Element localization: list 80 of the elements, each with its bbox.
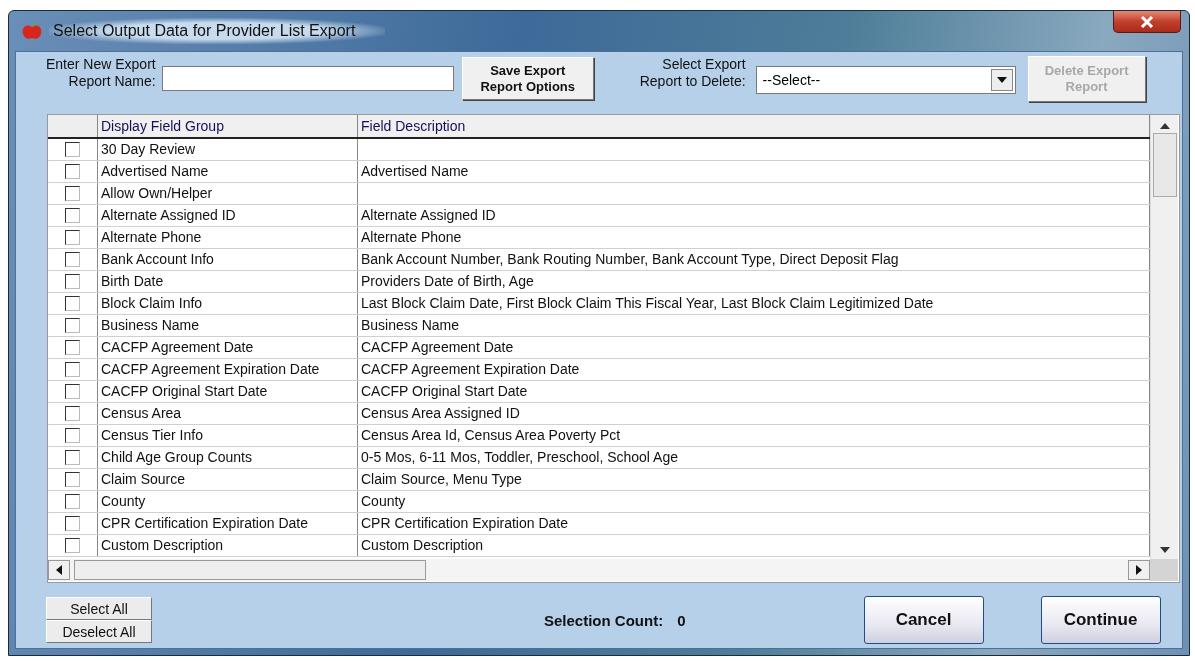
row-checkbox[interactable]: [65, 252, 80, 267]
table-cell: Business Name: [98, 315, 358, 336]
column-header[interactable]: Display Field Group: [98, 115, 358, 137]
row-checkbox[interactable]: [65, 208, 80, 223]
column-header[interactable]: Field Description: [358, 115, 1150, 137]
apple-icon: [21, 22, 43, 40]
scrollbar-thumb[interactable]: [74, 560, 426, 580]
table-cell: Advertised Name: [361, 163, 469, 179]
table-cell: Birth Date: [98, 271, 358, 292]
table-cell: CACFP Agreement Expiration Date: [98, 359, 358, 380]
report-dropdown[interactable]: --Select--: [755, 66, 1016, 94]
dialog-button[interactable]: Cancel: [863, 596, 984, 644]
scroll-right-icon[interactable]: [1136, 565, 1142, 575]
table-cell: CACFP Agreement Date: [98, 337, 358, 358]
table-cell: Advertised Name: [98, 161, 358, 182]
selection-count-label: Selection Count:: [544, 611, 664, 629]
scroll-down-icon[interactable]: [1159, 547, 1170, 553]
table-cell: Census Area: [98, 403, 358, 424]
table-cell: CPR Certification Expiration Date: [361, 515, 568, 531]
close-icon: [1140, 15, 1154, 28]
window-title: Select Output Data for Provider List Export: [49, 18, 386, 44]
table-cell: Block Claim Info: [98, 293, 358, 314]
table-cell: Census Area Id, Census Area Poverty Pct: [361, 427, 621, 443]
report-name-label: Enter New Export Report Name:: [46, 56, 156, 90]
table-cell: Custom Description: [361, 537, 484, 553]
save-options-button[interactable]: Save Export Report Options: [461, 57, 594, 100]
table-cell: County: [98, 491, 358, 512]
table-cell: CACFP Agreement Expiration Date: [361, 361, 580, 377]
table-cell: CACFP Original Start Date: [361, 383, 528, 399]
scroll-up-icon[interactable]: [1159, 123, 1170, 129]
row-checkbox[interactable]: [65, 362, 80, 377]
row-checkbox[interactable]: [65, 406, 80, 421]
table-cell: 30 Day Review: [98, 139, 358, 160]
delete-report-label: Select Export Report to Delete:: [639, 56, 746, 90]
row-checkbox[interactable]: [65, 186, 80, 201]
table-cell: Providers Date of Birth, Age: [361, 273, 534, 289]
row-checkbox[interactable]: [65, 164, 80, 179]
table-cell: Business Name: [361, 317, 460, 333]
table-cell: CACFP Agreement Date: [361, 339, 514, 355]
row-checkbox[interactable]: [65, 274, 80, 289]
dialog-button[interactable]: Continue: [1040, 596, 1161, 644]
row-checkbox[interactable]: [65, 428, 80, 443]
selection-count-value: 0: [677, 611, 686, 629]
close-button[interactable]: [1113, 11, 1181, 33]
table-cell: Allow Own/Helper: [98, 183, 358, 204]
table-cell: Claim Source, Menu Type: [361, 471, 522, 487]
scrollbar-thumb[interactable]: [1152, 133, 1177, 197]
table-cell: Census Area Assigned ID: [361, 405, 520, 421]
table-cell: County: [361, 493, 406, 509]
table-cell: Child Age Group Counts: [98, 447, 358, 468]
header-cell: [48, 115, 98, 137]
table-cell: Bank Account Number, Bank Routing Number, Bank Account Type, Direct Deposit Flag: [361, 251, 899, 267]
table-cell: Alternate Assigned ID: [361, 207, 496, 223]
table-cell: Claim Source: [98, 469, 358, 490]
table-cell: Bank Account Info: [98, 249, 358, 270]
row-checkbox[interactable]: [65, 384, 80, 399]
table-cell: 0-5 Mos, 6-11 Mos, Toddler, Preschool, School Age: [361, 449, 678, 465]
scroll-left-icon[interactable]: [56, 565, 62, 575]
select-all-button[interactable]: Select All: [46, 597, 152, 620]
row-checkbox[interactable]: [65, 318, 80, 333]
row-checkbox[interactable]: [65, 516, 80, 531]
table-cell: CPR Certification Expiration Date: [98, 513, 358, 534]
row-checkbox[interactable]: [65, 538, 80, 553]
dropdown-arrow-icon: [996, 77, 1007, 83]
row-checkbox[interactable]: [65, 340, 80, 355]
table-cell: Alternate Assigned ID: [98, 205, 358, 226]
table-cell: Custom Description: [98, 535, 358, 556]
report-name-field[interactable]: [161, 66, 454, 91]
deselect-all-button[interactable]: Deselect All: [46, 620, 152, 643]
row-checkbox[interactable]: [65, 142, 80, 157]
row-checkbox[interactable]: [65, 472, 80, 487]
table-cell: Alternate Phone: [361, 229, 462, 245]
row-checkbox[interactable]: [65, 230, 80, 245]
table-cell: Census Tier Info: [98, 425, 358, 446]
row-checkbox[interactable]: [65, 296, 80, 311]
table-cell: Alternate Phone: [98, 227, 358, 248]
table-cell: CACFP Original Start Date: [98, 381, 358, 402]
row-checkbox[interactable]: [65, 450, 80, 465]
row-checkbox[interactable]: [65, 494, 80, 509]
table-cell: Last Block Claim Date, First Block Claim This Fiscal Year, Last Block Claim Legitimized Date: [361, 295, 934, 311]
